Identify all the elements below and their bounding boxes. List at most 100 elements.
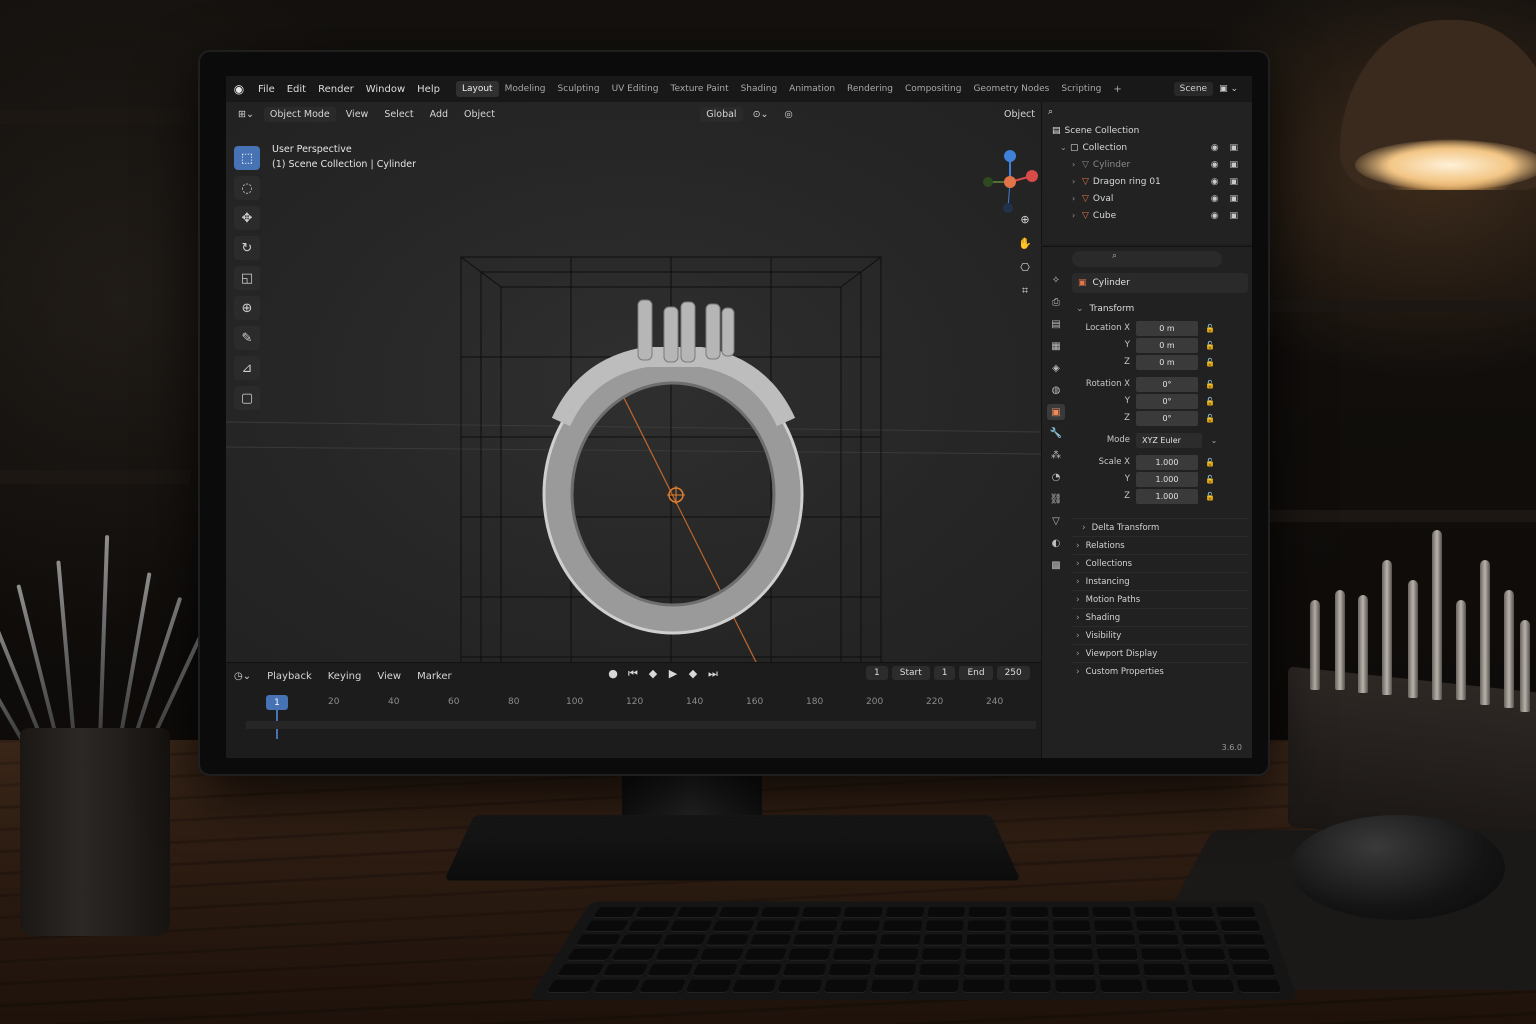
tab-layout[interactable]: Layout	[455, 81, 499, 97]
outliner-filter-icon[interactable]: ⌕	[1048, 107, 1053, 117]
keyboard-key[interactable]	[1052, 934, 1093, 946]
keyboard-key[interactable]	[639, 979, 687, 993]
tab-compositing[interactable]: Compositing	[899, 81, 967, 97]
location-x-field[interactable]: 0 m	[1136, 320, 1198, 336]
keyboard-key[interactable]	[556, 964, 604, 977]
outliner-item-dragon-ring[interactable]: › ▽ Dragon ring 01 ◉ ▣	[1042, 173, 1252, 190]
keyboard-key[interactable]	[824, 979, 868, 993]
data-tab-icon[interactable]: ▽	[1047, 513, 1065, 529]
rotation-mode-dropdown[interactable]: XYZ Euler	[1136, 432, 1202, 448]
lock-icon[interactable]: 🔓	[1198, 492, 1222, 501]
outliner-scene-collection[interactable]: ▤ Scene Collection	[1042, 122, 1252, 139]
keyboard-key[interactable]	[1054, 979, 1097, 993]
keyboard-key[interactable]	[754, 920, 797, 932]
tab-uv-editing[interactable]: UV Editing	[606, 81, 665, 97]
chevron-right-icon[interactable]: ›	[1072, 160, 1082, 169]
keyboard-key[interactable]	[1143, 964, 1186, 977]
keyboard-key[interactable]	[879, 934, 920, 946]
keyboard-key[interactable]	[1095, 934, 1136, 946]
tab-geometry-nodes[interactable]: Geometry Nodes	[967, 81, 1055, 97]
keyboard-key[interactable]	[964, 964, 1005, 977]
panel-motion-paths[interactable]: Motion Paths	[1072, 590, 1248, 608]
keyboard-key[interactable]	[965, 948, 1006, 961]
keyboard-key[interactable]	[627, 920, 671, 932]
keyboard-key[interactable]	[876, 948, 918, 961]
keyboard-key[interactable]	[634, 907, 678, 918]
rotation-y-field[interactable]: 0°	[1136, 393, 1198, 409]
timeline-ruler[interactable]: 20 40 60 80 100 120 140 160 180 200 220 …	[266, 693, 1036, 713]
keyboard-key[interactable]	[654, 948, 700, 961]
keyboard-key[interactable]	[593, 907, 637, 918]
next-key-icon[interactable]: ◆	[686, 667, 700, 681]
keyboard-key[interactable]	[966, 934, 1006, 946]
outliner-item-cylinder[interactable]: › ▽ Cylinder ◉ ▣	[1042, 156, 1252, 173]
keyboard-key[interactable]	[792, 934, 835, 946]
current-frame-field[interactable]: 1	[866, 666, 888, 680]
zoom-icon[interactable]: ⊕	[1016, 210, 1034, 228]
chevron-right-icon[interactable]: ›	[1072, 211, 1082, 220]
perspective-toggle-icon[interactable]: ⌗	[1016, 282, 1034, 300]
keyboard-key[interactable]	[731, 979, 777, 993]
menu-edit[interactable]: Edit	[281, 84, 312, 95]
object-name-field[interactable]: ▣ Cylinder	[1072, 273, 1248, 293]
keyboard-key[interactable]	[566, 948, 613, 961]
keyboard-key[interactable]	[676, 907, 719, 918]
rotate-icon[interactable]: ↻	[234, 236, 260, 260]
keyboard-key[interactable]	[801, 907, 842, 918]
panel-custom-properties[interactable]: Custom Properties	[1072, 662, 1248, 680]
keyboard-key[interactable]	[1184, 948, 1227, 961]
output-tab-icon[interactable]: ▤	[1047, 317, 1065, 333]
cursor-icon[interactable]: ◌	[234, 176, 260, 200]
keyboard-key[interactable]	[1100, 979, 1143, 993]
keyboard-key[interactable]	[787, 948, 831, 961]
menu-help[interactable]: Help	[411, 84, 446, 95]
material-tab-icon[interactable]: ◐	[1047, 535, 1065, 551]
scale-y-field[interactable]: 1.000	[1136, 471, 1198, 487]
keyboard-key[interactable]	[749, 934, 792, 946]
keyboard-key[interactable]	[1136, 920, 1176, 932]
ring-band[interactable]	[544, 355, 802, 633]
keyboard-key[interactable]	[926, 907, 966, 918]
computer-mouse[interactable]	[1290, 815, 1505, 920]
keyboard-key[interactable]	[546, 979, 596, 993]
scene-tab-icon[interactable]: ◈	[1047, 360, 1065, 376]
keyboard-key[interactable]	[610, 948, 657, 961]
keyboard-key[interactable]	[1140, 948, 1183, 961]
keyboard-key[interactable]	[1097, 948, 1138, 961]
lock-icon[interactable]: 🔓	[1198, 324, 1222, 333]
keyboard-key[interactable]	[1054, 964, 1095, 977]
keyboard-key[interactable]	[1009, 948, 1050, 961]
transform-panel-header[interactable]: ⌄ Transform	[1072, 299, 1248, 319]
prev-key-icon[interactable]: ◆	[646, 667, 660, 681]
keyboard-key[interactable]	[737, 964, 783, 977]
rotation-z-field[interactable]: 0°	[1136, 410, 1198, 426]
tab-shading[interactable]: Shading	[735, 81, 784, 97]
keyboard-key[interactable]	[832, 948, 875, 961]
add-cube-icon[interactable]: ▢	[234, 386, 260, 410]
scene-name-field[interactable]: Scene	[1173, 82, 1214, 96]
play-icon[interactable]: ▶	[666, 667, 680, 681]
lock-icon[interactable]: 🔓	[1198, 358, 1222, 367]
keyboard-key[interactable]	[1219, 920, 1261, 932]
world-tab-icon[interactable]: ◍	[1047, 382, 1065, 398]
keyboard-key[interactable]	[712, 920, 755, 932]
outliner-collection[interactable]: ⌄ ▢ Collection ◉ ▣	[1042, 139, 1252, 156]
keyboard-key[interactable]	[743, 948, 788, 961]
keyboard-key[interactable]	[669, 920, 713, 932]
keyboard-key[interactable]	[718, 907, 760, 918]
panel-relations[interactable]: Relations	[1072, 536, 1248, 554]
rotation-x-field[interactable]: 0°	[1136, 376, 1198, 392]
tab-modeling[interactable]: Modeling	[499, 81, 552, 97]
keyboard-key[interactable]	[1138, 934, 1179, 946]
menu-select[interactable]: Select	[378, 107, 419, 122]
keyboard-key[interactable]	[1177, 920, 1219, 932]
keyboard-key[interactable]	[1133, 907, 1173, 918]
keyboard-key[interactable]	[575, 934, 621, 946]
measure-icon[interactable]: ⊿	[234, 356, 260, 380]
keyboard-key[interactable]	[1009, 964, 1050, 977]
blender-logo-icon[interactable]: ◉	[226, 76, 252, 102]
lock-icon[interactable]: 🔓	[1198, 397, 1222, 406]
menu-file[interactable]: File	[252, 84, 281, 95]
keyboard-key[interactable]	[923, 934, 963, 946]
scale-x-field[interactable]: 1.000	[1136, 454, 1198, 470]
